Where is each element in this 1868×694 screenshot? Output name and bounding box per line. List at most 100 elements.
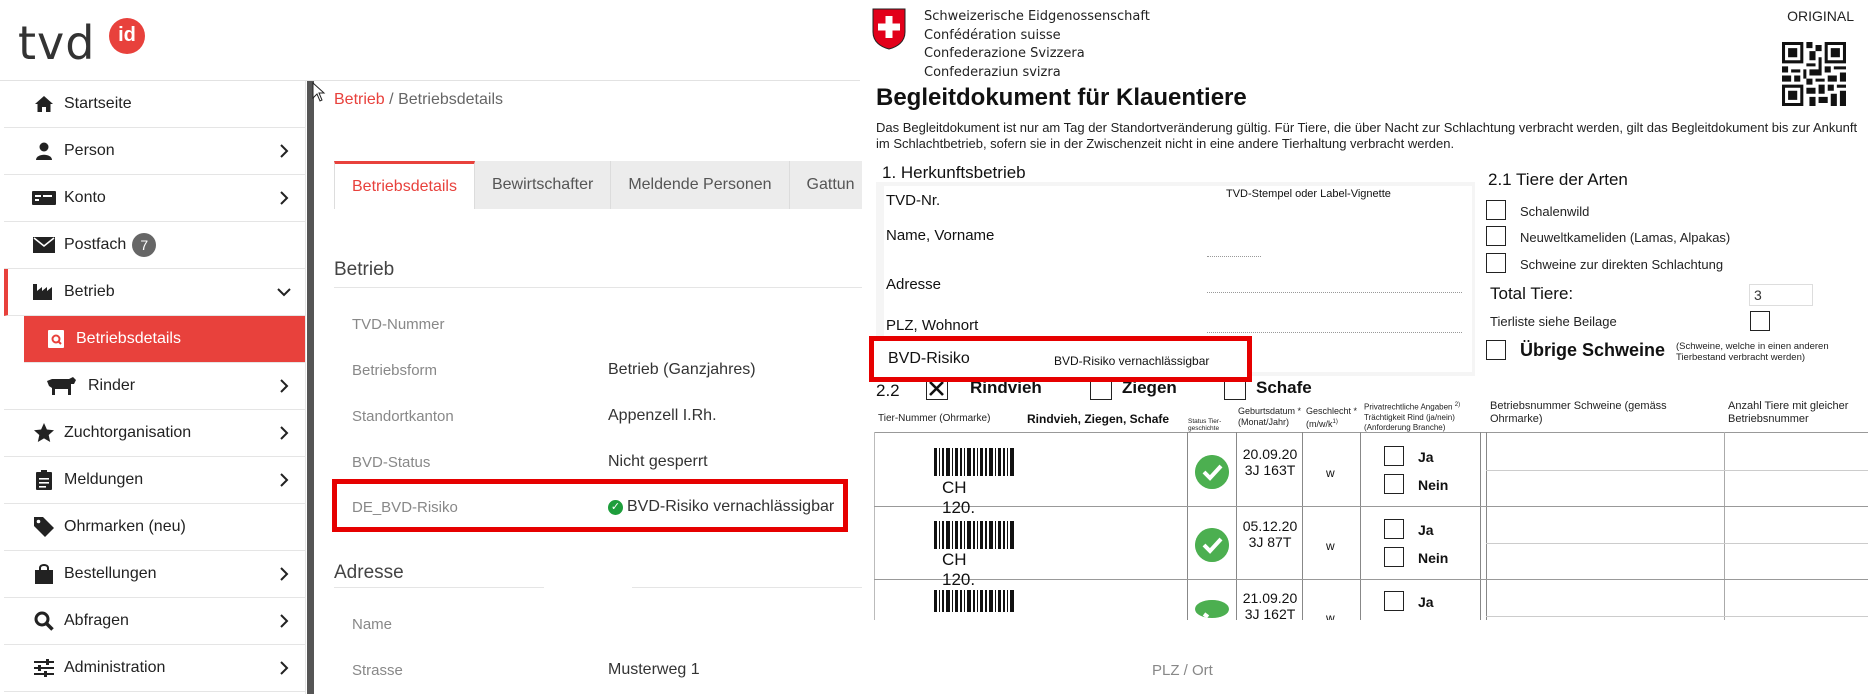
sidebar-item-administration[interactable]: Administration	[4, 645, 305, 692]
chevron-right-icon	[280, 614, 289, 628]
checkbox-nein[interactable]	[1384, 474, 1404, 494]
section-title-betrieb: Betrieb	[334, 259, 395, 280]
section-2-2-number: 2.2	[876, 381, 900, 400]
sidebar-item-label: Person	[64, 142, 115, 159]
sidebar-item-label: Startseite	[64, 95, 132, 112]
geburtsdatum: 20.09.20	[1242, 446, 1298, 462]
sidebar-item-person[interactable]: Person	[4, 128, 305, 175]
checkbox-uebrige-schweine[interactable]	[1486, 340, 1506, 360]
sidebar-item-label: Rinder	[88, 377, 136, 394]
header-geschlecht: Geschlecht * (m/w/k1)	[1306, 406, 1358, 430]
sidebar-item-postfach[interactable]: Postfach 7	[4, 222, 305, 269]
sidebar-item-abfragen[interactable]: Abfragen	[4, 598, 305, 645]
tier-nummer: CH 120.	[942, 550, 976, 589]
sidebar-scrollbar[interactable]	[307, 81, 314, 694]
field-label-bvd-status: BVD-Status	[352, 454, 431, 471]
sidebar-item-betriebsdetails[interactable]: Betriebsdetails	[24, 316, 305, 363]
section-divider	[334, 287, 864, 288]
chevron-right-icon	[280, 191, 289, 205]
chevron-right-icon	[280, 567, 289, 581]
note-uebrige-schweine: (Schweine, welche in einen anderen Tierb…	[1676, 341, 1829, 363]
checkbox-nein[interactable]	[1384, 547, 1404, 567]
sidebar-item-zuchtorganisation[interactable]: Zuchtorganisation	[4, 410, 305, 457]
breadcrumb-separator: /	[389, 91, 394, 108]
sidebar-item-ohrmarken[interactable]: Ohrmarken (neu)	[4, 504, 305, 551]
label-name-vorname: Name, Vorname	[886, 227, 995, 244]
sidebar: Startseite Person Konto Postfach 7 Betri…	[4, 81, 306, 694]
label-stamp-vignette: TVD-Stempel oder Label-Vignette	[1226, 188, 1391, 200]
label-ja: Ja	[1418, 522, 1434, 538]
header-geschlecht-text: Geschlecht * (m/w/k	[1306, 406, 1358, 429]
sidebar-item-rinder[interactable]: Rinder	[4, 363, 305, 410]
screenshot-root: tvd id Startseite Person Konto Postfach	[0, 0, 1868, 694]
field-label-tvd-nummer: TVD-Nummer	[352, 316, 445, 333]
tvd-app: tvd id Startseite Person Konto Postfach	[0, 0, 873, 694]
label-total-tiere: Total Tiere:	[1490, 284, 1574, 303]
header-privat2-text: Trächtigkeit Rind (ja/nein) (Anforderung…	[1364, 412, 1455, 432]
breadcrumb-link-betrieb[interactable]: Betrieb	[334, 91, 385, 108]
label-tvd-nr: TVD-Nr.	[886, 192, 941, 209]
table-row-border	[874, 506, 1868, 507]
checkbox-neuweltkameliden[interactable]	[1486, 226, 1506, 246]
field-label-standortkanton: Standortkanton	[352, 408, 454, 425]
chevron-right-icon	[280, 661, 289, 675]
highlight-box-bvd-risiko	[332, 479, 848, 532]
tab-bewirtschafter[interactable]: Bewirtschafter	[474, 161, 612, 209]
geschlecht: w	[1326, 466, 1335, 480]
field-value-bvd-status: Nicht gesperrt	[608, 453, 708, 470]
value-bvd-risiko: BVD-Risiko vernachlässigbar	[1054, 354, 1210, 368]
dotted-line	[1207, 256, 1261, 257]
checkbox-ja[interactable]	[1384, 519, 1404, 539]
label-bvd-risiko: BVD-Risiko	[888, 350, 970, 367]
original-label: ORIGINAL	[1787, 8, 1854, 24]
sidebar-item-konto[interactable]: Konto	[4, 175, 305, 222]
tab-betriebsdetails[interactable]: Betriebsdetails	[334, 161, 475, 209]
cow-icon	[44, 376, 78, 396]
federal-name-de: Schweizerische Eidgenossenschaft	[924, 9, 1150, 24]
table-row-border	[1486, 543, 1868, 544]
dotted-line	[1207, 292, 1462, 293]
logo-badge: id	[109, 18, 145, 54]
field-total-tiere[interactable]: 3	[1749, 284, 1813, 306]
page-bottom-area	[862, 620, 1868, 694]
tab-meldende-personen[interactable]: Meldende Personen	[611, 161, 790, 209]
checkbox-ja[interactable]	[1384, 591, 1404, 611]
home-icon	[32, 95, 56, 113]
chevron-right-icon	[280, 379, 289, 393]
table-border	[874, 432, 1868, 433]
checkbox-ja[interactable]	[1384, 446, 1404, 466]
federal-names: Schweizerische Eidgenossenschaft Confédé…	[924, 8, 1150, 82]
sidebar-item-label: Zuchtorganisation	[64, 424, 192, 441]
chevron-right-icon	[280, 426, 289, 440]
table-row-border	[874, 579, 1868, 580]
swiss-coat-of-arms-icon	[872, 8, 906, 50]
header-status: Status Tier-geschichte	[1188, 418, 1222, 432]
geburtsdatum: 21.09.20	[1242, 590, 1298, 606]
tvd-logo[interactable]: tvd id	[18, 16, 145, 72]
checkbox-tierliste[interactable]	[1750, 311, 1770, 331]
federal-name-fr: Confédération suisse	[924, 27, 1061, 43]
breadcrumb: Betrieb / Betriebsdetails	[334, 91, 503, 109]
star-icon	[32, 423, 56, 443]
sidebar-item-bestellungen[interactable]: Bestellungen	[4, 551, 305, 598]
checkbox-schweine-schlachtung[interactable]	[1486, 253, 1506, 273]
sidebar-item-startseite[interactable]: Startseite	[4, 81, 305, 128]
sidebar-item-betrieb[interactable]: Betrieb	[4, 269, 305, 316]
section-tiere-der-arten-title: 2.1 Tiere der Arten	[1488, 170, 1628, 189]
table-row-border	[1486, 616, 1868, 617]
checkbox-schalenwild[interactable]	[1486, 200, 1506, 220]
tier-nummer: CH 120.	[942, 478, 976, 517]
header-geschlecht-footnote: 1)	[1332, 419, 1338, 425]
field-label-name: Name	[352, 616, 393, 633]
sidebar-item-label: Abfragen	[64, 612, 129, 629]
document-intro: Das Begleitdokument ist nur am Tag der S…	[876, 120, 1858, 151]
tab-gattungen[interactable]: Gattun	[789, 161, 873, 209]
alter: 3J 163T	[1244, 462, 1296, 478]
tab-bar: Betriebsdetails Bewirtschafter Meldende …	[334, 161, 873, 209]
label-ja: Ja	[1418, 594, 1434, 610]
sidebar-item-meldungen[interactable]: Meldungen	[4, 457, 305, 504]
barcode-icon	[934, 448, 1014, 476]
field-value-standortkanton: Appenzell I.Rh.	[608, 407, 717, 424]
alter: 3J 87T	[1248, 534, 1292, 550]
section-divider	[334, 587, 544, 588]
